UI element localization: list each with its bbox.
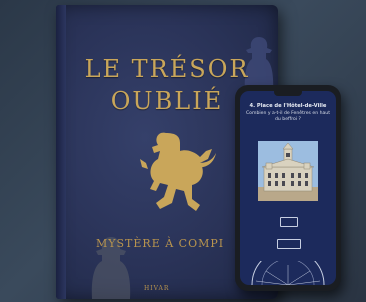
- book-subtitle: MYSTÈRE À COMPI: [96, 237, 225, 250]
- photo-scene: LE TRÉSOR OUBLIÉ MYSTÈRE À COMPI HIVAR 4…: [0, 0, 366, 302]
- question-title: 4. Place de l'Hôtel-de-Ville: [249, 103, 327, 109]
- book-spine: [56, 5, 66, 299]
- phone-screen: 4. Place de l'Hôtel-de-Ville Combien y a…: [240, 91, 336, 285]
- book-brand: HIVAR: [144, 285, 170, 292]
- town-hall-photo: [258, 141, 318, 201]
- compass-dial-icon: [251, 261, 325, 285]
- heraldic-lion-icon: [140, 132, 216, 211]
- phone-notch: [274, 91, 302, 96]
- answer-input[interactable]: [280, 217, 298, 227]
- book-title-line1: LE TRÉSOR: [84, 55, 250, 83]
- smartphone: 4. Place de l'Hôtel-de-Ville Combien y a…: [235, 85, 341, 291]
- question-text: Combien y a-t-il de Fenêtres en haut du …: [245, 111, 331, 122]
- submit-button[interactable]: [277, 239, 301, 249]
